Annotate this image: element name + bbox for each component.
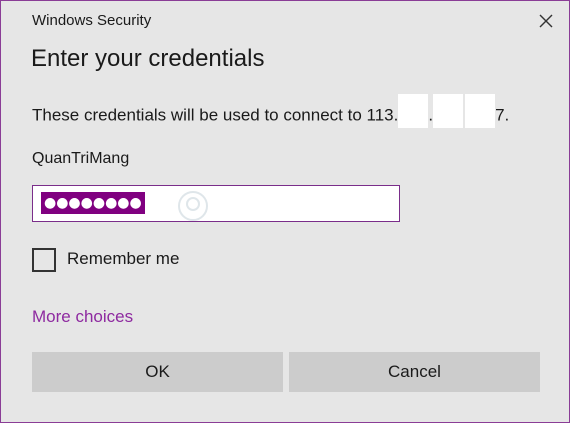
more-choices-link[interactable]: More choices xyxy=(32,307,133,327)
credentials-dialog: Windows Security Enter your credentials … xyxy=(0,0,570,423)
window-title: Windows Security xyxy=(32,12,152,29)
description-end: 7. xyxy=(495,105,510,125)
dialog-heading: Enter your credentials xyxy=(31,45,265,72)
redacted-ip-segment xyxy=(465,94,496,128)
ok-button[interactable]: OK xyxy=(32,352,283,392)
title-bar: Windows Security xyxy=(1,1,569,41)
remember-me-checkbox[interactable] xyxy=(32,248,56,272)
redacted-ip-segment xyxy=(398,94,429,128)
remember-me-label[interactable]: Remember me xyxy=(67,249,179,269)
redacted-ip-segment xyxy=(433,94,464,128)
close-icon xyxy=(539,14,553,28)
connection-description: These credentials will be used to connec… xyxy=(32,94,510,128)
description-text: These credentials will be used to connec… xyxy=(32,105,399,125)
username-label: QuanTriMang xyxy=(32,150,130,167)
cancel-button[interactable]: Cancel xyxy=(289,352,540,392)
password-value: ●●●●●●●● xyxy=(41,192,145,214)
password-field[interactable]: ●●●●●●●● xyxy=(32,185,400,222)
close-button[interactable] xyxy=(535,10,557,32)
